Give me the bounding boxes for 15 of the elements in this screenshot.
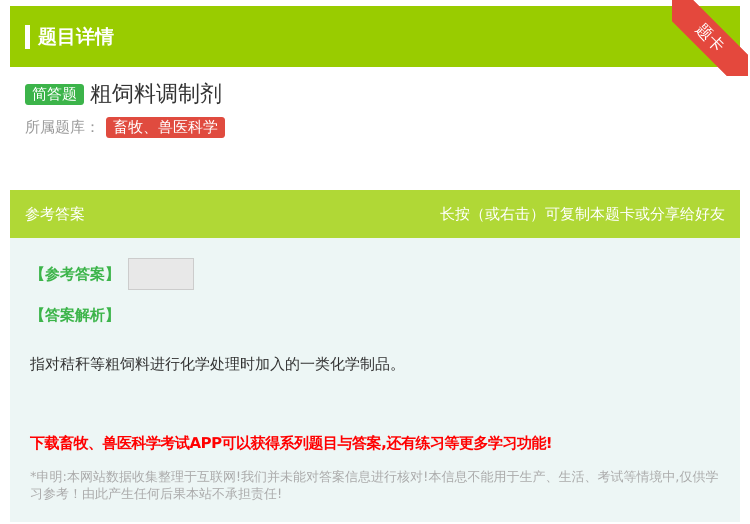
answer-image-placeholder <box>128 258 194 290</box>
title-marker <box>25 24 30 48</box>
card-ribbon[interactable]: 题卡 <box>672 0 748 76</box>
bank-label: 所属题库： <box>25 118 100 137</box>
analysis-text: 指对秸秆等粗饲料进行化学处理时加入的一类化学制品。 <box>30 355 406 374</box>
bank-tag[interactable]: 畜牧、兽医科学 <box>106 117 225 138</box>
question-title: 粗饲料调制剂 <box>90 81 222 109</box>
disclaimer-text: *申明:本网站数据收集整理于互联网!我们并未能对答案信息进行核对!本信息不能用于生产、生活、考试等情境中,仅供学习参考！由此产生任何后果本站不承担责任! <box>30 469 720 503</box>
analysis-label: 【答案解析】 <box>30 306 121 325</box>
share-hint: 长按（或右击）可复制本题卡或分享给好友 <box>440 204 725 224</box>
answer-label: 【参考答案】 <box>30 264 120 284</box>
answer-header-title: 参考答案 <box>25 204 85 224</box>
header-title: 题目详情 <box>38 24 114 50</box>
question-type-tag: 简答题 <box>25 84 84 104</box>
app-promo-text[interactable]: 下载畜牧、兽医科学考试APP可以获得系列题目与答案,还有练习等更多学习功能! <box>30 434 720 453</box>
